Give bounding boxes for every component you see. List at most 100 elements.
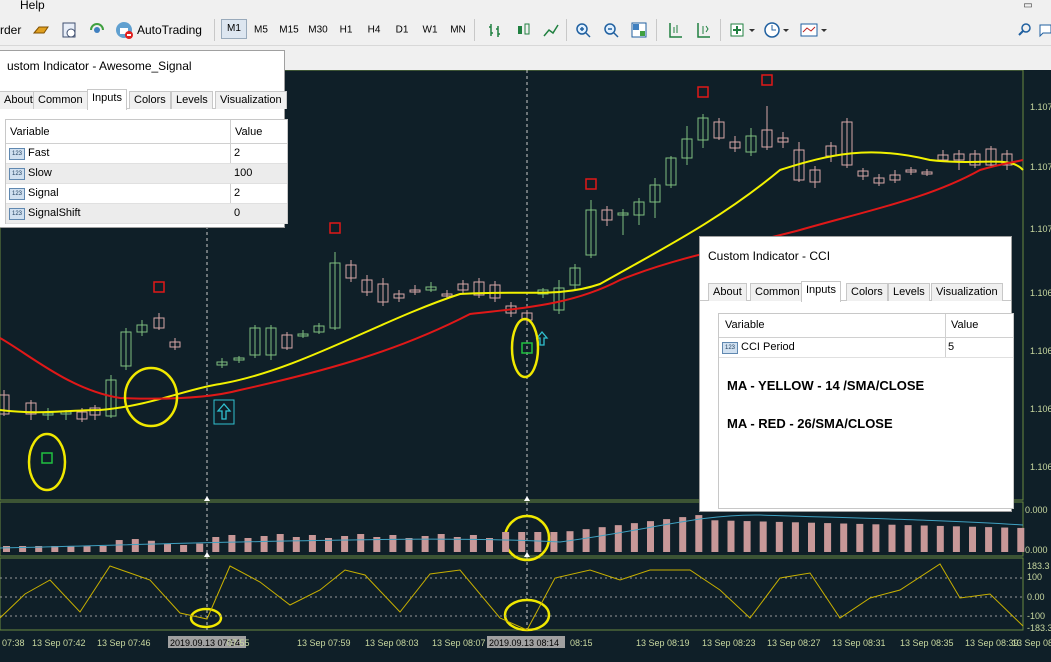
highlight-circle xyxy=(510,317,540,379)
ao-histogram-bar xyxy=(196,543,204,552)
chat-icon[interactable] xyxy=(1038,18,1051,42)
ao-histogram-bar xyxy=(936,525,944,552)
timeframe-mn[interactable]: MN xyxy=(445,25,471,36)
variable-name: CCI Period xyxy=(741,341,795,353)
tab-levels[interactable]: Levels xyxy=(888,283,930,301)
cci-axis-label: 100 xyxy=(1027,572,1042,582)
input-row-signalshift[interactable]: 123 SignalShift 0 xyxy=(6,204,287,224)
history-icon[interactable] xyxy=(58,18,80,42)
chart-shift-icon[interactable] xyxy=(664,18,686,42)
timeframe-m5[interactable]: M5 xyxy=(248,25,274,36)
bar-chart-icon[interactable] xyxy=(484,18,506,42)
dialog-tabs: About Common Inputs Colors Levels Visualizati… xyxy=(0,89,287,110)
sell-signal-square xyxy=(697,86,709,98)
inputs-grid: Variable Value 123 CCI Period 5 MA - YEL… xyxy=(718,313,1014,509)
time-axis-label: 13 Sep 08:19 xyxy=(636,638,690,648)
ao-histogram-bar xyxy=(904,525,912,552)
tab-inputs[interactable]: Inputs xyxy=(87,89,127,110)
awesome-signal-dialog: ustom Indicator - Awesome_Signal About Co… xyxy=(0,50,288,228)
timeframe-m1[interactable]: M1 xyxy=(221,19,247,39)
ao-histogram-bar xyxy=(920,525,928,552)
ao-histogram-bar xyxy=(19,546,27,552)
time-axis-label: 13 Sep 08:35 xyxy=(900,638,954,648)
inputs-grid: Variable Value 123 Fast 2 123 Slow 100 123 Sign… xyxy=(5,119,288,224)
tab-colors[interactable]: Colors xyxy=(129,91,171,109)
tile-windows-icon[interactable] xyxy=(628,18,650,42)
ao-histogram-bar xyxy=(711,520,719,552)
tab-about[interactable]: About xyxy=(708,283,747,301)
autoscroll-icon[interactable] xyxy=(692,18,714,42)
ao-histogram-bar xyxy=(840,523,848,552)
autotrading-icon xyxy=(116,22,133,39)
tab-visualization[interactable]: Visualization xyxy=(931,283,1003,301)
tab-inputs[interactable]: Inputs xyxy=(801,281,841,302)
ao-histogram-bar xyxy=(695,515,703,552)
variable-value[interactable]: 2 xyxy=(234,147,240,159)
variable-value[interactable]: 2 xyxy=(234,187,240,199)
new-order-label[interactable]: rder xyxy=(0,18,21,42)
up-arrow-icon xyxy=(216,403,232,420)
time-axis-label: 13 Sep 08:23 xyxy=(702,638,756,648)
sell-signal-square xyxy=(585,178,597,190)
timeframe-m30[interactable]: M30 xyxy=(305,25,331,36)
ao-histogram-bar xyxy=(630,523,638,552)
integer-param-icon: 123 xyxy=(722,342,738,354)
search-icon[interactable] xyxy=(1014,18,1036,42)
timeframe-h4[interactable]: H4 xyxy=(361,25,387,36)
ao-histogram-bar xyxy=(308,535,316,552)
menu-help[interactable]: Help xyxy=(20,0,45,12)
input-row-slow[interactable]: 123 Slow 100 xyxy=(6,164,287,184)
indicators-dropdown-icon[interactable] xyxy=(728,18,758,42)
ao-histogram-bar xyxy=(228,535,236,552)
toolbar-separator xyxy=(566,19,567,41)
tab-colors[interactable]: Colors xyxy=(846,283,888,301)
autotrading-label: AutoTrading xyxy=(137,23,202,37)
timeframe-w1[interactable]: W1 xyxy=(417,25,443,36)
input-row-cci-period[interactable]: 123 CCI Period 5 xyxy=(719,338,1013,358)
sell-signal-square xyxy=(329,222,341,234)
candlestick-icon[interactable] xyxy=(512,18,534,42)
ao-histogram-bar xyxy=(469,535,477,552)
ao-histogram-bar xyxy=(952,526,960,552)
sell-signal-square xyxy=(153,281,165,293)
signal-icon[interactable] xyxy=(86,18,108,42)
tab-visualization[interactable]: Visualization xyxy=(215,91,287,109)
ao-histogram-bar xyxy=(598,527,606,552)
tab-common[interactable]: Common xyxy=(33,91,88,109)
menu-bar: Help ▭ xyxy=(0,0,1051,13)
price-axis-label: 1.107 xyxy=(1030,102,1051,112)
time-axis-label: 13 Sep 08:07 xyxy=(432,638,486,648)
zoom-out-icon[interactable] xyxy=(600,18,622,42)
timeframe-h1[interactable]: H1 xyxy=(333,25,359,36)
ao-axis-label: 0.000 xyxy=(1025,545,1048,555)
price-axis-label: 1.106 xyxy=(1030,288,1051,298)
ao-histogram-bar xyxy=(518,532,526,552)
gold-bar-icon[interactable] xyxy=(30,18,52,42)
tab-common[interactable]: Common xyxy=(750,283,805,301)
ao-histogram-bar xyxy=(1017,527,1025,552)
ao-histogram-bar xyxy=(888,524,896,552)
timeframe-d1[interactable]: D1 xyxy=(389,25,415,36)
line-chart-icon[interactable] xyxy=(540,18,562,42)
variable-value[interactable]: 100 xyxy=(234,167,252,179)
ao-histogram-bar xyxy=(582,529,590,552)
value-header: Value xyxy=(235,126,263,138)
timeframe-m15[interactable]: M15 xyxy=(276,25,302,36)
zoom-in-icon[interactable] xyxy=(572,18,594,42)
price-axis-label: 1.106 xyxy=(1030,462,1051,472)
autotrading-button[interactable]: AutoTrading xyxy=(114,18,202,42)
ao-histogram-bar xyxy=(791,522,799,552)
ao-histogram-bar xyxy=(147,540,155,552)
cci-axis-label: 0.00 xyxy=(1027,592,1045,602)
input-row-signal[interactable]: 123 Signal 2 xyxy=(6,184,287,204)
variable-value[interactable]: 0 xyxy=(234,207,240,219)
restore-window-icon[interactable]: ▭ xyxy=(1016,0,1040,12)
ao-histogram-bar xyxy=(534,532,542,552)
templates-dropdown-icon[interactable] xyxy=(798,18,830,42)
ao-histogram-bar xyxy=(83,546,91,552)
variable-value[interactable]: 5 xyxy=(948,341,954,353)
tab-levels[interactable]: Levels xyxy=(171,91,213,109)
ao-histogram-bar xyxy=(341,536,349,552)
periods-dropdown-icon[interactable] xyxy=(762,18,792,42)
input-row-fast[interactable]: 123 Fast 2 xyxy=(6,144,287,164)
